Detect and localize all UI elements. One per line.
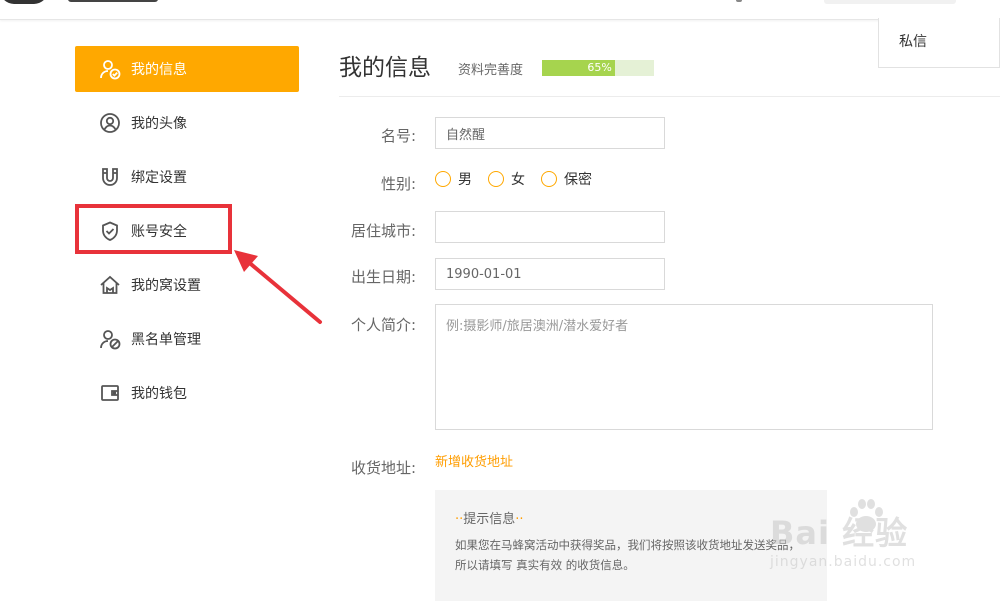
avatar-icon xyxy=(99,112,121,134)
sidebar-item-avatar[interactable]: 我的头像 xyxy=(75,100,299,146)
private-message-menu[interactable]: 私信 xyxy=(878,18,1000,68)
sidebar-item-binding[interactable]: 绑定设置 xyxy=(75,154,299,200)
birth-value: 1990-01-01 xyxy=(446,266,522,282)
gender-female-radio[interactable]: 女 xyxy=(488,169,525,189)
bio-textarea[interactable]: 例:摄影师/旅居澳洲/潜水爱好者 xyxy=(435,304,933,430)
user-check-icon xyxy=(99,58,121,80)
highlight-box xyxy=(75,204,232,254)
home-icon xyxy=(99,274,121,296)
tip-title: ··提示信息·· xyxy=(455,508,807,527)
progress-fill: 65% xyxy=(542,60,615,76)
city-input[interactable] xyxy=(435,211,665,243)
sidebar-item-wallet[interactable]: 我的钱包 xyxy=(75,370,299,416)
name-input[interactable]: 自然醒 xyxy=(435,117,665,149)
birth-label: 出生日期: xyxy=(350,268,416,286)
header-nav-item[interactable] xyxy=(736,0,742,2)
radio-circle xyxy=(435,171,451,187)
radio-circle xyxy=(488,171,504,187)
user-block-icon xyxy=(99,328,121,350)
sidebar-item-my-info[interactable]: 我的信息 xyxy=(75,46,299,92)
radio-label: 女 xyxy=(511,172,525,188)
private-message-link[interactable]: 私信 xyxy=(899,31,927,51)
watermark-main: Bai 经验 xyxy=(770,514,909,552)
sidebar-item-label: 我的钱包 xyxy=(131,386,187,402)
tip-body: 如果您在马蜂窝活动中获得奖品，我们将按照该收货地址发送奖品， 所以请填写 真实有… xyxy=(455,538,800,572)
magnet-icon xyxy=(99,166,121,188)
name-value: 自然醒 xyxy=(446,127,486,143)
bio-placeholder: 例:摄影师/旅居澳洲/潜水爱好者 xyxy=(446,319,629,334)
completeness-label: 资料完善度 xyxy=(458,63,524,78)
page-title: 我的信息 xyxy=(339,55,431,81)
logo-text xyxy=(68,0,158,2)
city-label: 居住城市: xyxy=(350,222,416,240)
gender-label: 性别: xyxy=(380,175,416,193)
tip-title-text: 提示信息 xyxy=(463,512,516,527)
sidebar-item-label: 黑名单管理 xyxy=(131,332,201,348)
name-label: 名号: xyxy=(380,127,416,145)
wallet-icon xyxy=(99,382,121,404)
radio-circle xyxy=(541,171,557,187)
gender-secret-radio[interactable]: 保密 xyxy=(541,169,592,189)
top-header xyxy=(0,0,1000,20)
radio-label: 保密 xyxy=(564,172,592,188)
completeness-progress: 65% xyxy=(542,60,654,76)
add-address-link[interactable]: 新增收货地址 xyxy=(435,451,513,470)
tip-box: ··提示信息·· 如果您在马蜂窝活动中获得奖品，我们将按照该收货地址发送奖品， … xyxy=(435,490,827,601)
progress-text: 65% xyxy=(587,61,612,74)
gender-male-radio[interactable]: 男 xyxy=(435,169,472,189)
bio-label: 个人简介: xyxy=(350,316,416,334)
gender-radio-group: 男 女 保密 xyxy=(435,169,608,189)
sidebar-item-label: 我的信息 xyxy=(131,62,187,78)
watermark-sub: jingyan.baidu.com xyxy=(770,554,917,570)
address-label: 收货地址: xyxy=(350,459,416,477)
header-search[interactable] xyxy=(824,0,956,4)
logo[interactable] xyxy=(0,0,48,4)
watermark: Bai 经验 jingyan.baidu.com xyxy=(770,488,1000,578)
birth-date-input[interactable]: 1990-01-01 xyxy=(435,258,665,290)
radio-label: 男 xyxy=(458,172,472,188)
sidebar-item-label: 我的窝设置 xyxy=(131,278,201,294)
sidebar-item-label: 绑定设置 xyxy=(131,170,187,186)
tip-dots: ·· xyxy=(515,512,524,527)
sidebar-item-label: 我的头像 xyxy=(131,116,187,132)
annotation-arrow xyxy=(234,250,322,324)
divider xyxy=(339,96,1000,97)
